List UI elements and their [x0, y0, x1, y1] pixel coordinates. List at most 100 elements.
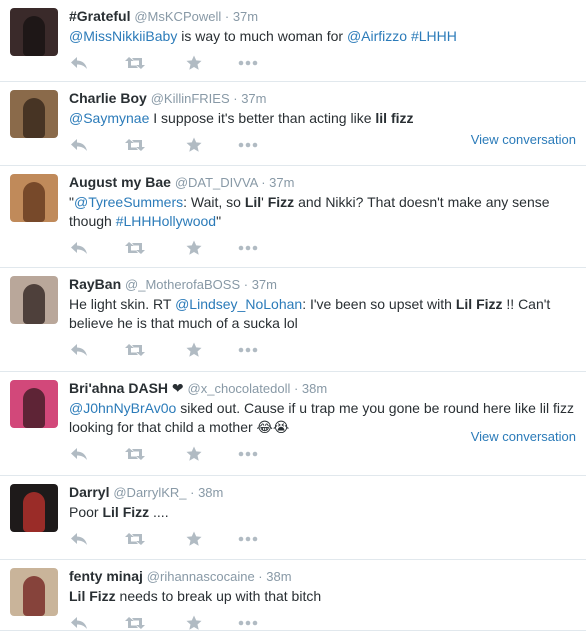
user-handle[interactable]: @KillinFRIES: [151, 91, 230, 106]
user-fullname[interactable]: RayBan: [69, 276, 121, 292]
separator-dot: ·: [186, 485, 199, 500]
favorite-button[interactable]: [184, 531, 204, 547]
favorite-button[interactable]: [184, 240, 204, 256]
tweet-text: He light skin. RT @Lindsey_NoLohan: I've…: [69, 295, 576, 333]
tweet-timestamp[interactable]: 37m: [269, 175, 294, 190]
user-fullname[interactable]: Darryl: [69, 484, 109, 500]
reply-icon: [70, 56, 88, 70]
tweet-timestamp[interactable]: 38m: [198, 485, 223, 500]
tweet-timestamp[interactable]: 38m: [302, 381, 327, 396]
user-fullname[interactable]: fenty minaj: [69, 568, 143, 584]
highlighted-term: Lil Fizz: [102, 504, 150, 520]
more-button[interactable]: [238, 137, 258, 153]
tweet-item[interactable]: Bri'ahna DASH ❤ @x_chocolatedoll · 38m @J…: [0, 372, 586, 476]
retweet-button[interactable]: [125, 615, 145, 631]
star-icon: [186, 342, 202, 358]
tweet-timestamp[interactable]: 38m: [266, 569, 291, 584]
reply-icon: [70, 447, 88, 461]
avatar[interactable]: [10, 380, 58, 428]
tweet-actions: [69, 333, 576, 367]
tweet-item[interactable]: Darryl @DarrylKR_ · 38m Poor Lil Fizz ...…: [0, 476, 586, 560]
mention-link[interactable]: @Airfizzo: [347, 28, 407, 44]
reply-icon: [70, 532, 88, 546]
user-handle[interactable]: @_MotherofaBOSS: [125, 277, 240, 292]
more-dots-icon: [238, 60, 258, 66]
favorite-button[interactable]: [184, 55, 204, 71]
retweet-icon: [125, 616, 145, 630]
star-icon: [186, 615, 202, 631]
reply-button[interactable]: [69, 342, 89, 358]
avatar[interactable]: [10, 276, 58, 324]
user-handle[interactable]: @rihannascocaine: [147, 569, 255, 584]
favorite-button[interactable]: [184, 615, 204, 631]
mention-link[interactable]: @TyreeSummers: [74, 194, 183, 210]
retweet-button[interactable]: [125, 531, 145, 547]
more-button[interactable]: [238, 55, 258, 71]
hashtag-link[interactable]: #LHHH: [411, 28, 457, 44]
tweet-item[interactable]: Charlie Boy @KillinFRIES · 37m @Saymynae …: [0, 82, 586, 166]
retweet-button[interactable]: [125, 342, 145, 358]
avatar[interactable]: [10, 568, 58, 616]
tweet-actions: [69, 522, 576, 556]
user-handle[interactable]: @MsKCPowell: [134, 9, 221, 24]
avatar-figure: [23, 492, 45, 532]
more-button[interactable]: [238, 240, 258, 256]
user-handle[interactable]: @DAT_DIVVA: [175, 175, 258, 190]
tweet-item[interactable]: August my Bae @DAT_DIVVA · 37m " @TyreeSum…: [0, 166, 586, 268]
tweet-text: Poor Lil Fizz ....: [69, 503, 576, 522]
avatar-figure: [23, 16, 45, 56]
tweet-header: RayBan @_MotherofaBOSS · 37m: [69, 275, 576, 294]
star-icon: [186, 55, 202, 71]
avatar[interactable]: [10, 90, 58, 138]
retweet-button[interactable]: [125, 55, 145, 71]
retweet-button[interactable]: [125, 137, 145, 153]
user-fullname[interactable]: Charlie Boy: [69, 90, 147, 106]
tweet-header: August my Bae @DAT_DIVVA · 37m: [69, 173, 576, 192]
reply-button[interactable]: [69, 446, 89, 462]
favorite-button[interactable]: [184, 342, 204, 358]
avatar[interactable]: [10, 174, 58, 222]
tweet-text: @Saymynae I suppose it's better than act…: [69, 109, 576, 128]
retweet-button[interactable]: [125, 240, 145, 256]
tweet-header: #Grateful @MsKCPowell · 37m: [69, 7, 576, 26]
user-handle[interactable]: @x_chocolatedoll: [188, 381, 291, 396]
reply-button[interactable]: [69, 615, 89, 631]
tweet-timestamp[interactable]: 37m: [252, 277, 277, 292]
highlighted-term: Lil Fizz: [455, 296, 503, 312]
text-segment: : I've been so upset with: [302, 296, 456, 312]
mention-link[interactable]: @J0hnNyBrAv0o: [69, 400, 176, 416]
reply-button[interactable]: [69, 240, 89, 256]
retweet-icon: [125, 343, 145, 357]
user-fullname[interactable]: #Grateful: [69, 8, 130, 24]
mention-link[interactable]: @Lindsey_NoLohan: [175, 296, 302, 312]
reply-button[interactable]: [69, 531, 89, 547]
tweet-item[interactable]: fenty minaj @rihannascocaine · 38m Lil Fi…: [0, 560, 586, 631]
more-button[interactable]: [238, 446, 258, 462]
user-fullname[interactable]: August my Bae: [69, 174, 171, 190]
user-handle[interactable]: @DarrylKR_: [113, 485, 186, 500]
more-button[interactable]: [238, 342, 258, 358]
tweet-timestamp[interactable]: 37m: [241, 91, 266, 106]
user-fullname[interactable]: Bri'ahna DASH ❤: [69, 380, 184, 396]
retweet-button[interactable]: [125, 446, 145, 462]
tweet-text: Lil Fizz needs to break up with that bit…: [69, 587, 576, 606]
reply-button[interactable]: [69, 137, 89, 153]
reply-button[interactable]: [69, 55, 89, 71]
avatar[interactable]: [10, 8, 58, 56]
mention-link[interactable]: @MissNikkiiBaby: [69, 28, 177, 44]
more-button[interactable]: [238, 531, 258, 547]
more-button[interactable]: [238, 615, 258, 631]
tweet-actions: [69, 46, 576, 80]
favorite-button[interactable]: [184, 137, 204, 153]
avatar[interactable]: [10, 484, 58, 532]
text-segment: : Wait, so: [183, 194, 245, 210]
tweet-header: Bri'ahna DASH ❤ @x_chocolatedoll · 38m: [69, 379, 576, 398]
tweet-text: "@TyreeSummers: Wait, so Lil' Fizz and N…: [69, 193, 576, 231]
tweet-item[interactable]: #Grateful @MsKCPowell · 37m @MissNikkiiBa…: [0, 0, 586, 82]
avatar-figure: [23, 388, 45, 428]
favorite-button[interactable]: [184, 446, 204, 462]
tweet-timestamp[interactable]: 37m: [233, 9, 258, 24]
hashtag-link[interactable]: #LHHHollywood: [116, 213, 216, 229]
tweet-item[interactable]: RayBan @_MotherofaBOSS · 37m He light ski…: [0, 268, 586, 372]
mention-link[interactable]: @Saymynae: [69, 110, 149, 126]
